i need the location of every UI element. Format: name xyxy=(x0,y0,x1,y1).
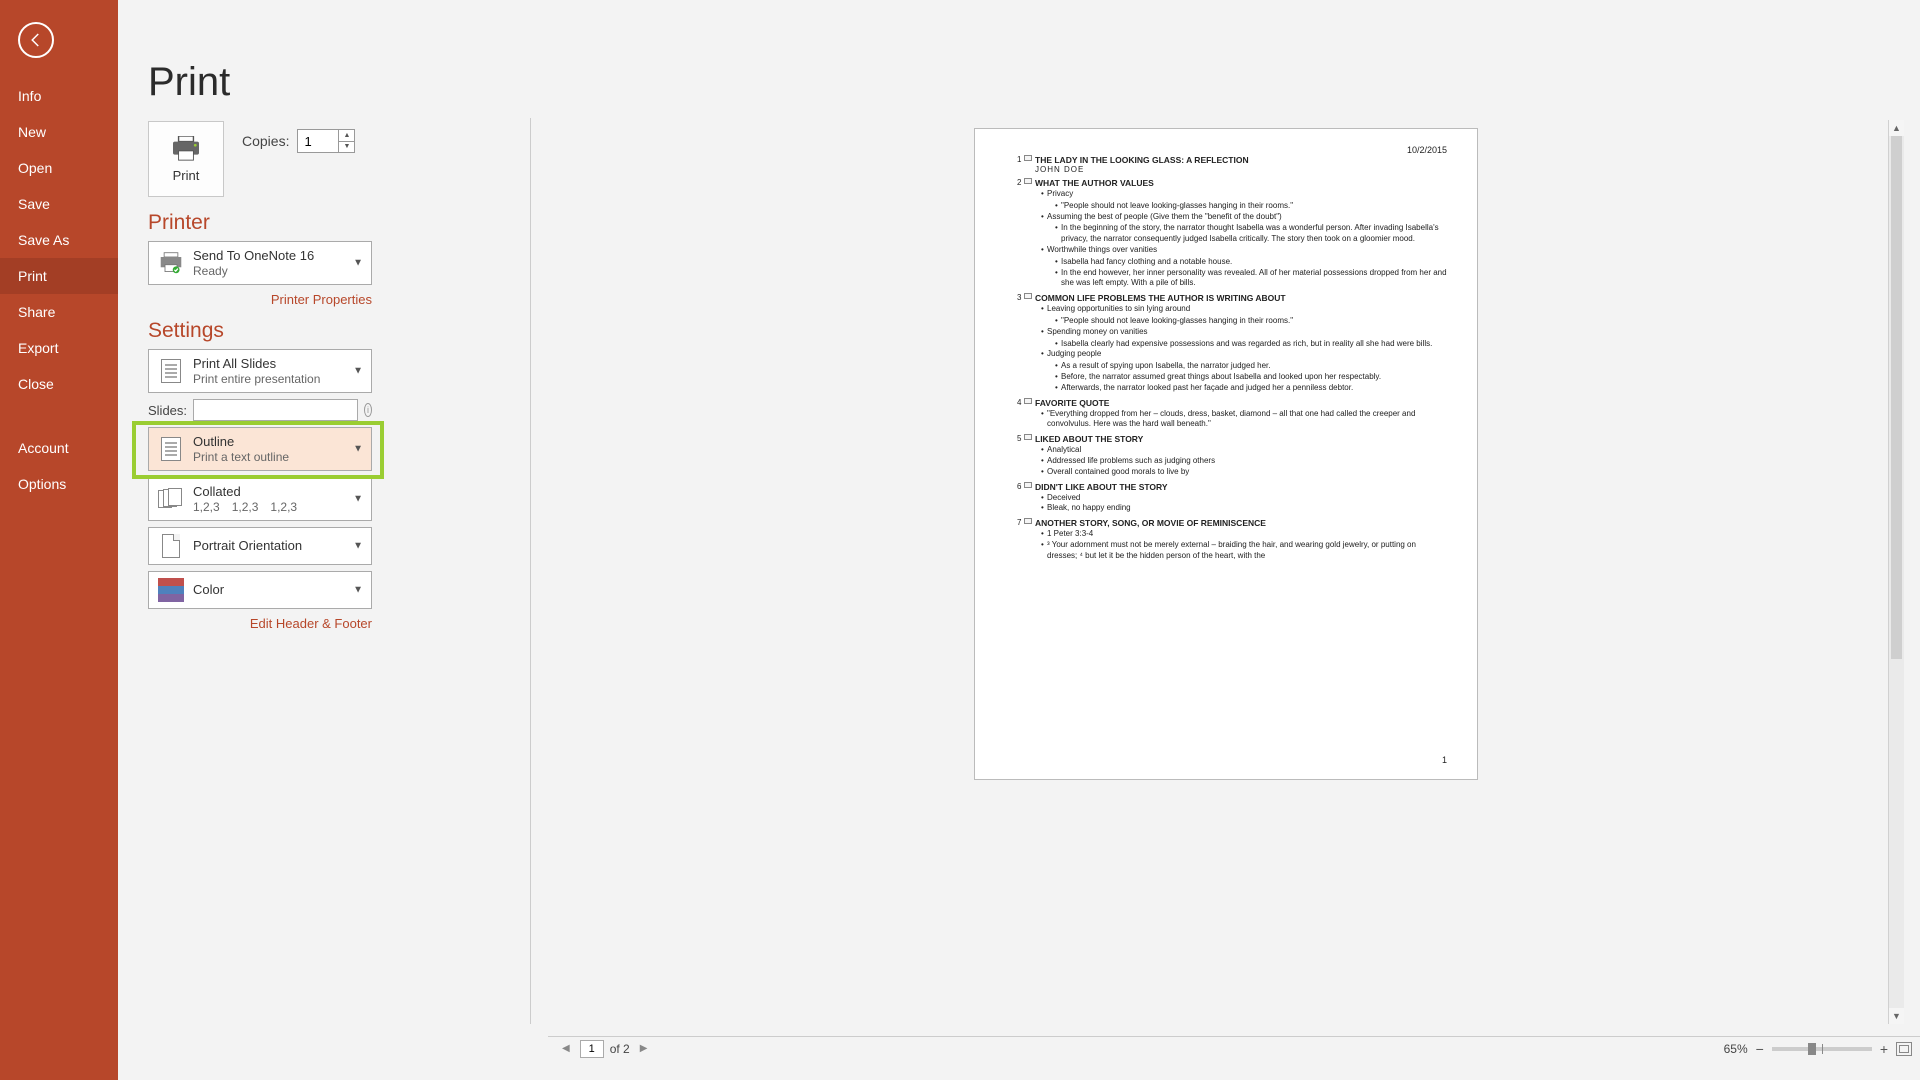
backstage-sidebar: Info New Open Save Save As Print Share E… xyxy=(0,0,118,1080)
sidebar-item-print[interactable]: Print xyxy=(0,258,118,294)
preview-page: 10/2/2015 1 1THE LADY IN THE LOOKING GLA… xyxy=(974,128,1478,780)
slides-range-input[interactable] xyxy=(193,399,358,421)
chevron-down-icon: ▼ xyxy=(353,258,363,269)
next-page-button[interactable]: ▶ xyxy=(636,1043,652,1054)
outline-slide: 1THE LADY IN THE LOOKING GLASS: A REFLEC… xyxy=(1035,155,1447,174)
chevron-down-icon: ▼ xyxy=(353,444,363,455)
copies-up[interactable]: ▲ xyxy=(339,130,354,142)
page-title: Print xyxy=(148,60,408,105)
zoom-slider[interactable] xyxy=(1772,1047,1872,1051)
sidebar-item-open[interactable]: Open xyxy=(0,150,118,186)
copies-input[interactable] xyxy=(298,130,338,152)
copies-spinner[interactable]: ▲ ▼ xyxy=(297,129,355,153)
printer-status: Ready xyxy=(193,264,363,278)
scroll-up-arrow[interactable]: ▲ xyxy=(1889,120,1904,136)
settings-heading: Settings xyxy=(148,319,408,343)
print-what-dropdown[interactable]: Print All Slides Print entire presentati… xyxy=(148,349,372,393)
copies-down[interactable]: ▼ xyxy=(339,142,354,153)
zoom-out-button[interactable]: − xyxy=(1756,1041,1764,1057)
slides-info-icon[interactable]: i xyxy=(364,403,372,417)
sidebar-item-new[interactable]: New xyxy=(0,114,118,150)
outline-slide: 6DIDN'T LIKE ABOUT THE STORYDeceivedBlea… xyxy=(1035,482,1447,515)
outline-slide: 5LIKED ABOUT THE STORYAnalyticalAddresse… xyxy=(1035,434,1447,477)
outline-slide: 4FAVORITE QUOTE"Everything dropped from … xyxy=(1035,398,1447,431)
sidebar-item-share[interactable]: Share xyxy=(0,294,118,330)
page-navigation: ◀ of 2 ▶ xyxy=(558,1040,651,1058)
chevron-down-icon: ▼ xyxy=(353,585,363,596)
orientation-icon xyxy=(157,532,185,560)
sidebar-item-export[interactable]: Export xyxy=(0,330,118,366)
zoom-percent: 65% xyxy=(1724,1042,1748,1056)
collate-icon xyxy=(157,485,185,513)
printer-name: Send To OneNote 16 xyxy=(193,248,363,264)
panel-divider xyxy=(530,118,531,1024)
zoom-controls: 65% − + xyxy=(1724,1041,1912,1057)
printer-device-icon xyxy=(157,249,185,277)
outline-slide: 3COMMON LIFE PROBLEMS THE AUTHOR IS WRIT… xyxy=(1035,293,1447,393)
outline-icon xyxy=(157,435,185,463)
preview-scrollbar[interactable]: ▲ ▼ xyxy=(1888,120,1904,1024)
prev-page-button[interactable]: ◀ xyxy=(558,1043,574,1054)
print-panel: Print Print Copies: ▲ ▼ Printer xyxy=(148,60,408,643)
print-preview: 10/2/2015 1 1THE LADY IN THE LOOKING GLA… xyxy=(548,120,1904,1024)
color-icon xyxy=(157,576,185,604)
page-total: of 2 xyxy=(610,1042,630,1056)
collation-dropdown[interactable]: Collated 1,2,3 1,2,3 1,2,3 ▼ xyxy=(148,477,372,521)
preview-page-number: 1 xyxy=(1442,755,1447,765)
print-button-label: Print xyxy=(173,168,200,183)
chevron-down-icon: ▼ xyxy=(353,366,363,377)
sidebar-item-close[interactable]: Close xyxy=(0,366,118,402)
outline-slide: 7ANOTHER STORY, SONG, OR MOVIE OF REMINI… xyxy=(1035,518,1447,561)
scrollbar-thumb[interactable] xyxy=(1891,136,1902,659)
printer-dropdown[interactable]: Send To OneNote 16 Ready ▼ xyxy=(148,241,372,285)
sidebar-item-account[interactable]: Account xyxy=(0,430,118,466)
chevron-down-icon: ▼ xyxy=(353,494,363,505)
chevron-down-icon: ▼ xyxy=(353,541,363,552)
sidebar-item-save-as[interactable]: Save As xyxy=(0,222,118,258)
zoom-fit-button[interactable] xyxy=(1896,1042,1912,1056)
preview-statusbar: ◀ of 2 ▶ 65% − + xyxy=(548,1036,1920,1060)
color-dropdown[interactable]: Color ▼ xyxy=(148,571,372,609)
page-number-input[interactable] xyxy=(580,1040,604,1058)
print-button[interactable]: Print xyxy=(148,121,224,197)
copies-label: Copies: xyxy=(242,133,289,149)
sidebar-item-save[interactable]: Save xyxy=(0,186,118,222)
sidebar-item-options[interactable]: Options xyxy=(0,466,118,502)
slides-range-row: Slides: i xyxy=(148,399,372,421)
printer-icon xyxy=(171,136,201,162)
outline-slide: 2WHAT THE AUTHOR VALUESPrivacy"People sh… xyxy=(1035,178,1447,289)
back-button[interactable] xyxy=(18,22,54,58)
print-backstage: Print Print Copies: ▲ ▼ Printer xyxy=(118,0,1920,1060)
preview-date: 10/2/2015 xyxy=(1407,145,1447,155)
slides-icon xyxy=(157,357,185,385)
layout-dropdown[interactable]: Outline Print a text outline ▼ xyxy=(148,427,372,471)
sidebar-item-info[interactable]: Info xyxy=(0,78,118,114)
edit-header-footer-link[interactable]: Edit Header & Footer xyxy=(250,616,372,631)
printer-properties-link[interactable]: Printer Properties xyxy=(271,292,372,307)
scroll-down-arrow[interactable]: ▼ xyxy=(1889,1008,1904,1024)
printer-heading: Printer xyxy=(148,211,408,235)
zoom-in-button[interactable]: + xyxy=(1880,1041,1888,1057)
orientation-dropdown[interactable]: Portrait Orientation ▼ xyxy=(148,527,372,565)
